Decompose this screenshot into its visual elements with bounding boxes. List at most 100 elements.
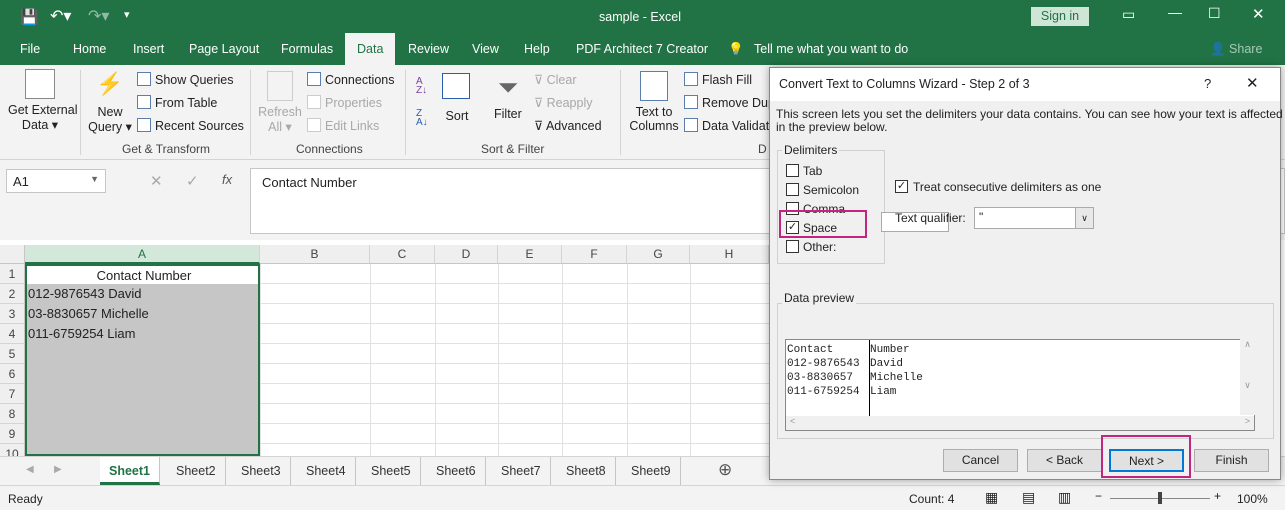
edit-links-button[interactable]: Edit Links [307, 118, 379, 133]
normal-view-icon[interactable]: ▦ [985, 489, 998, 506]
customize-qat-icon[interactable]: ▾ [124, 8, 130, 21]
sheet-tab[interactable]: Sheet4 [297, 457, 356, 485]
get-external-data-button[interactable]: Get External Data ▾ [8, 69, 77, 132]
tab-formulas[interactable]: Formulas [281, 42, 333, 56]
row-header[interactable]: 5 [0, 344, 25, 364]
scroll-right-icon[interactable]: ▶ [54, 464, 62, 475]
back-button[interactable]: < Back [1027, 449, 1102, 472]
tab-insert[interactable]: Insert [133, 42, 164, 56]
tab-help[interactable]: Help [524, 42, 550, 56]
sheet-tab[interactable]: Sheet9 [622, 457, 681, 485]
help-button[interactable]: ? [1204, 76, 1211, 91]
zoom-level[interactable]: 100% [1237, 492, 1268, 506]
cancel-icon[interactable]: ✕ [150, 172, 163, 190]
cell-a4[interactable]: 011-6759254 Liam [25, 324, 260, 344]
finish-button[interactable]: Finish [1194, 449, 1269, 472]
zoom-slider-thumb[interactable] [1158, 492, 1162, 504]
column-header[interactable]: H [690, 245, 769, 264]
column-header[interactable]: C [370, 245, 435, 264]
cell-a3[interactable]: 03-8830657 Michelle [25, 304, 260, 324]
sheet-tab[interactable]: Sheet1 [100, 457, 160, 485]
tab-page-layout[interactable]: Page Layout [189, 42, 259, 56]
connections-button[interactable]: Connections [307, 72, 395, 87]
text-qualifier-select[interactable]: " ∨ [974, 207, 1094, 229]
cell-a1[interactable]: Contact Number [25, 264, 260, 284]
column-header[interactable]: A [25, 245, 260, 264]
new-query-button[interactable]: ⚡ New Query ▾ [88, 71, 132, 134]
row-header[interactable]: 6 [0, 364, 25, 384]
share-button[interactable]: 👤 Share [1210, 42, 1262, 57]
sheet-tab[interactable]: Sheet5 [362, 457, 421, 485]
enter-icon[interactable]: ✓ [186, 172, 199, 190]
consecutive-checkbox[interactable]: ✓ [895, 180, 908, 193]
vertical-scrollbar[interactable]: ∧ ∨ [1240, 339, 1255, 415]
preview-cell: David [870, 358, 904, 370]
advanced-button[interactable]: ⊽ Advanced [534, 118, 602, 133]
column-header[interactable]: D [435, 245, 498, 264]
row-header[interactable]: 3 [0, 304, 25, 324]
reapply-button[interactable]: ⊽ Reapply [534, 95, 593, 110]
cell-a2[interactable]: 012-9876543 David [25, 284, 260, 304]
recent-sources-button[interactable]: Recent Sources [137, 118, 244, 133]
sort-az-button[interactable]: A Z↓ [416, 77, 427, 96]
redo-icon[interactable]: ↷▾ [88, 6, 109, 26]
new-sheet-button[interactable]: ⊕ [718, 460, 732, 480]
sheet-tab[interactable]: Sheet3 [232, 457, 291, 485]
from-table-button[interactable]: From Table [137, 95, 217, 110]
tab-view[interactable]: View [472, 42, 499, 56]
select-all-button[interactable] [0, 245, 25, 264]
tab-home[interactable]: Home [73, 42, 106, 56]
name-box[interactable]: A1 ▼ [6, 169, 106, 193]
sign-in-button[interactable]: Sign in [1031, 7, 1089, 26]
column-header[interactable]: G [627, 245, 690, 264]
column-header[interactable]: F [562, 245, 627, 264]
insert-function-icon[interactable]: fx [222, 172, 232, 187]
save-icon[interactable]: 💾 [20, 8, 39, 26]
data-preview[interactable]: Contact Number 012-9876543 David 03-8830657 M… [785, 339, 1255, 431]
tab-data[interactable]: Data [345, 33, 396, 65]
tell-me-search[interactable]: Tell me what you want to do [754, 42, 908, 56]
horizontal-scrollbar[interactable]: < > [786, 416, 1254, 430]
close-button[interactable]: ✕ [1252, 5, 1265, 23]
sheet-tab[interactable]: Sheet8 [557, 457, 616, 485]
ribbon-options-icon[interactable]: ▭ [1122, 6, 1135, 23]
data-validation-button[interactable]: Data Validatio [684, 118, 779, 133]
sheet-tab[interactable]: Sheet2 [167, 457, 226, 485]
delimiter-checkbox-tab[interactable] [786, 164, 799, 177]
undo-icon[interactable]: ↶▾ [50, 6, 71, 26]
row-header[interactable]: 7 [0, 384, 25, 404]
page-layout-view-icon[interactable]: ▤ [1022, 489, 1035, 506]
row-header[interactable]: 2 [0, 284, 25, 304]
maximize-button[interactable]: ☐ [1208, 5, 1221, 22]
flash-fill-button[interactable]: Flash Fill [684, 72, 752, 87]
remove-duplicates-button[interactable]: Remove Dup [684, 95, 775, 110]
filter-button[interactable]: ⏷ Filter [494, 73, 522, 121]
properties-button[interactable]: Properties [307, 95, 382, 110]
row-header[interactable]: 9 [0, 424, 25, 444]
tab-file[interactable]: File [20, 42, 40, 56]
row-header[interactable]: 8 [0, 404, 25, 424]
row-header[interactable]: 4 [0, 324, 25, 344]
sheet-tab[interactable]: Sheet7 [492, 457, 551, 485]
column-header[interactable]: E [498, 245, 562, 264]
cancel-button[interactable]: Cancel [943, 449, 1018, 472]
sheet-tab[interactable]: Sheet6 [427, 457, 486, 485]
scroll-left-icon[interactable]: ◀ [26, 464, 34, 475]
dialog-close-button[interactable]: ✕ [1246, 74, 1259, 92]
minimize-button[interactable]: — [1168, 4, 1182, 20]
zoom-out-button[interactable]: − [1095, 489, 1102, 503]
refresh-all-button[interactable]: Refresh All ▾ [258, 71, 302, 134]
row-header[interactable]: 1 [0, 264, 25, 284]
zoom-in-button[interactable]: + [1214, 489, 1221, 503]
text-to-columns-button[interactable]: Text to Columns [628, 71, 680, 133]
show-queries-button[interactable]: Show Queries [137, 72, 234, 87]
page-break-view-icon[interactable]: ▥ [1058, 489, 1071, 506]
sort-button[interactable]: Sort [442, 73, 472, 123]
sort-za-button[interactable]: Z A↓ [416, 109, 428, 128]
tab-review[interactable]: Review [408, 42, 449, 56]
tab-pdf-architect[interactable]: PDF Architect 7 Creator [576, 42, 708, 56]
delimiter-checkbox-semicolon[interactable] [786, 183, 799, 196]
delimiter-checkbox-other[interactable] [786, 240, 799, 253]
clear-button[interactable]: ⊽ Clear [534, 72, 577, 87]
column-header[interactable]: B [260, 245, 370, 264]
